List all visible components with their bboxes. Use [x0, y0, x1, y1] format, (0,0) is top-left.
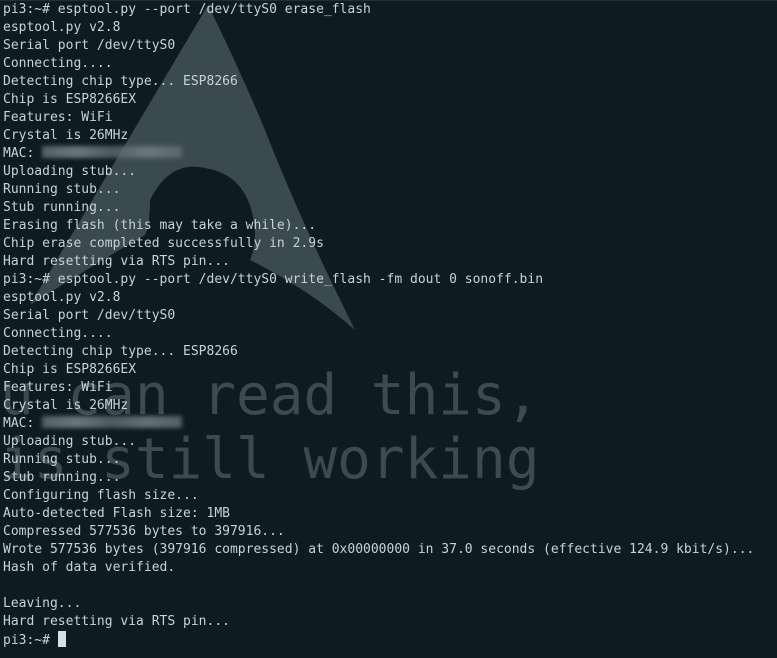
- terminal-line: Leaving...: [3, 595, 754, 613]
- terminal-line-text: Hard resetting via RTS pin...: [3, 614, 230, 629]
- terminal-line-text: Serial port /dev/ttyS0: [3, 38, 176, 53]
- terminal-line: Running stub...: [3, 451, 754, 469]
- terminal-line: Chip is ESP8266EX: [3, 91, 754, 109]
- terminal-line-text: Wrote 577536 bytes (397916 compressed) a…: [3, 542, 755, 557]
- terminal-line: pi3:~#: [3, 631, 754, 649]
- terminal-line: Configuring flash size...: [3, 487, 754, 505]
- terminal-line-text: Detecting chip type... ESP8266: [3, 74, 238, 89]
- terminal-line-text: Detecting chip type... ESP8266: [3, 344, 238, 359]
- terminal-line-text: Features: WiFi: [3, 380, 113, 395]
- terminal-line-text: Running stub...: [3, 452, 121, 467]
- terminal-line-text: Connecting....: [3, 56, 113, 71]
- terminal-line-text: Chip is ESP8266EX: [3, 92, 137, 107]
- terminal-line: Uploading stub...: [3, 163, 754, 181]
- terminal-line-text: pi3:~#: [3, 633, 58, 648]
- redacted-mac-address: [42, 416, 183, 428]
- terminal-line: Crystal is 26MHz: [3, 127, 754, 145]
- terminal-line: Connecting....: [3, 55, 754, 73]
- terminal-line: Detecting chip type... ESP8266: [3, 73, 754, 91]
- terminal-line-text: Compressed 577536 bytes to 397916...: [3, 524, 285, 539]
- terminal-line-text: Stub running...: [3, 470, 121, 485]
- terminal-line: pi3:~# esptool.py --port /dev/ttyS0 writ…: [3, 271, 754, 289]
- terminal-line-text: Chip is ESP8266EX: [3, 362, 137, 377]
- terminal-line: Hard resetting via RTS pin...: [3, 253, 754, 271]
- terminal-line-text: Stub running...: [3, 200, 121, 215]
- terminal-line-text: esptool.py v2.8: [3, 290, 121, 305]
- terminal-line: Serial port /dev/ttyS0: [3, 37, 754, 55]
- terminal-line: esptool.py v2.8: [3, 289, 754, 307]
- terminal-line: Features: WiFi: [3, 109, 754, 127]
- redacted-mac-address: [42, 146, 183, 158]
- terminal-line: Uploading stub...: [3, 433, 754, 451]
- terminal-line: MAC:: [3, 415, 754, 433]
- terminal-line: Connecting....: [3, 325, 754, 343]
- terminal-line: Erasing flash (this may take a while)...: [3, 217, 754, 235]
- terminal-line-text: Hash of data verified.: [3, 560, 176, 575]
- terminal-line-text: Crystal is 26MHz: [3, 128, 129, 143]
- text-cursor: [57, 631, 66, 647]
- terminal-line: Chip is ESP8266EX: [3, 361, 754, 379]
- terminal-line: Chip erase completed successfully in 2.9…: [3, 235, 754, 253]
- terminal-line: Auto-detected Flash size: 1MB: [3, 505, 754, 523]
- terminal-line: Serial port /dev/ttyS0: [3, 307, 754, 325]
- terminal-line-text: Chip erase completed successfully in 2.9…: [3, 236, 324, 251]
- terminal-line-text: Erasing flash (this may take a while)...: [3, 218, 317, 233]
- terminal-line-text: Running stub...: [3, 182, 121, 197]
- terminal-line-text: Connecting....: [3, 326, 113, 341]
- terminal-window[interactable]: u can read this, is still working pi3:~# …: [0, 0, 777, 658]
- terminal-line-text: Uploading stub...: [3, 164, 137, 179]
- terminal-line: Crystal is 26MHz: [3, 397, 754, 415]
- terminal-line-text: pi3:~# esptool.py --port /dev/ttyS0 writ…: [3, 272, 544, 287]
- terminal-line-text: pi3:~# esptool.py --port /dev/ttyS0 eras…: [3, 2, 371, 17]
- terminal-line: Stub running...: [3, 199, 754, 217]
- terminal-line: Hard resetting via RTS pin...: [3, 613, 754, 631]
- terminal-line: Stub running...: [3, 469, 754, 487]
- terminal-line-text: Auto-detected Flash size: 1MB: [3, 506, 230, 521]
- terminal-line-text: Hard resetting via RTS pin...: [3, 254, 230, 269]
- terminal-line: MAC:: [3, 145, 754, 163]
- terminal-line: Hash of data verified.: [3, 559, 754, 577]
- terminal-line-text: Configuring flash size...: [3, 488, 199, 503]
- terminal-line-text: esptool.py v2.8: [3, 20, 121, 35]
- terminal-line: pi3:~# esptool.py --port /dev/ttyS0 eras…: [3, 1, 754, 19]
- terminal-line-text: MAC:: [3, 416, 43, 431]
- terminal-line: esptool.py v2.8: [3, 19, 754, 37]
- terminal-line: Compressed 577536 bytes to 397916...: [3, 523, 754, 541]
- terminal-line-text: Crystal is 26MHz: [3, 398, 129, 413]
- terminal-line: Wrote 577536 bytes (397916 compressed) a…: [3, 541, 754, 559]
- terminal-line-text: Features: WiFi: [3, 110, 113, 125]
- terminal-line-text: Uploading stub...: [3, 434, 137, 449]
- terminal-output[interactable]: pi3:~# esptool.py --port /dev/ttyS0 eras…: [3, 1, 754, 649]
- terminal-line-text: MAC:: [3, 146, 43, 161]
- terminal-line: Features: WiFi: [3, 379, 754, 397]
- terminal-line-text: Serial port /dev/ttyS0: [3, 308, 176, 323]
- terminal-line: Detecting chip type... ESP8266: [3, 343, 754, 361]
- terminal-line: Running stub...: [3, 181, 754, 199]
- terminal-line-text: Leaving...: [3, 596, 82, 611]
